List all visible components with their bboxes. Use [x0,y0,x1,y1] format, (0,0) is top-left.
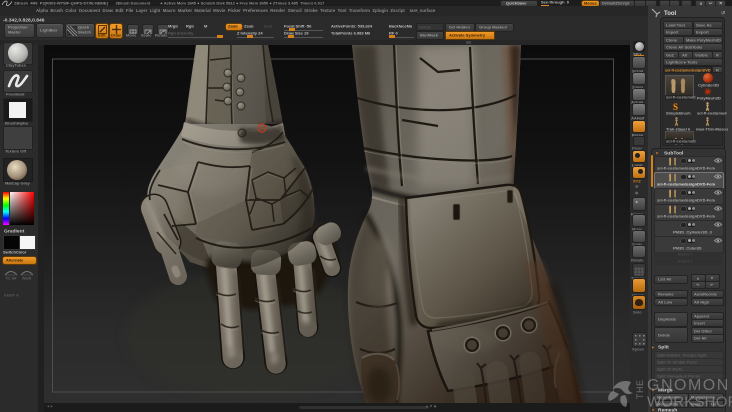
svg-text:FC SR: FC SR [6,277,17,281]
svg-text:WrpM: WrpM [22,277,31,281]
